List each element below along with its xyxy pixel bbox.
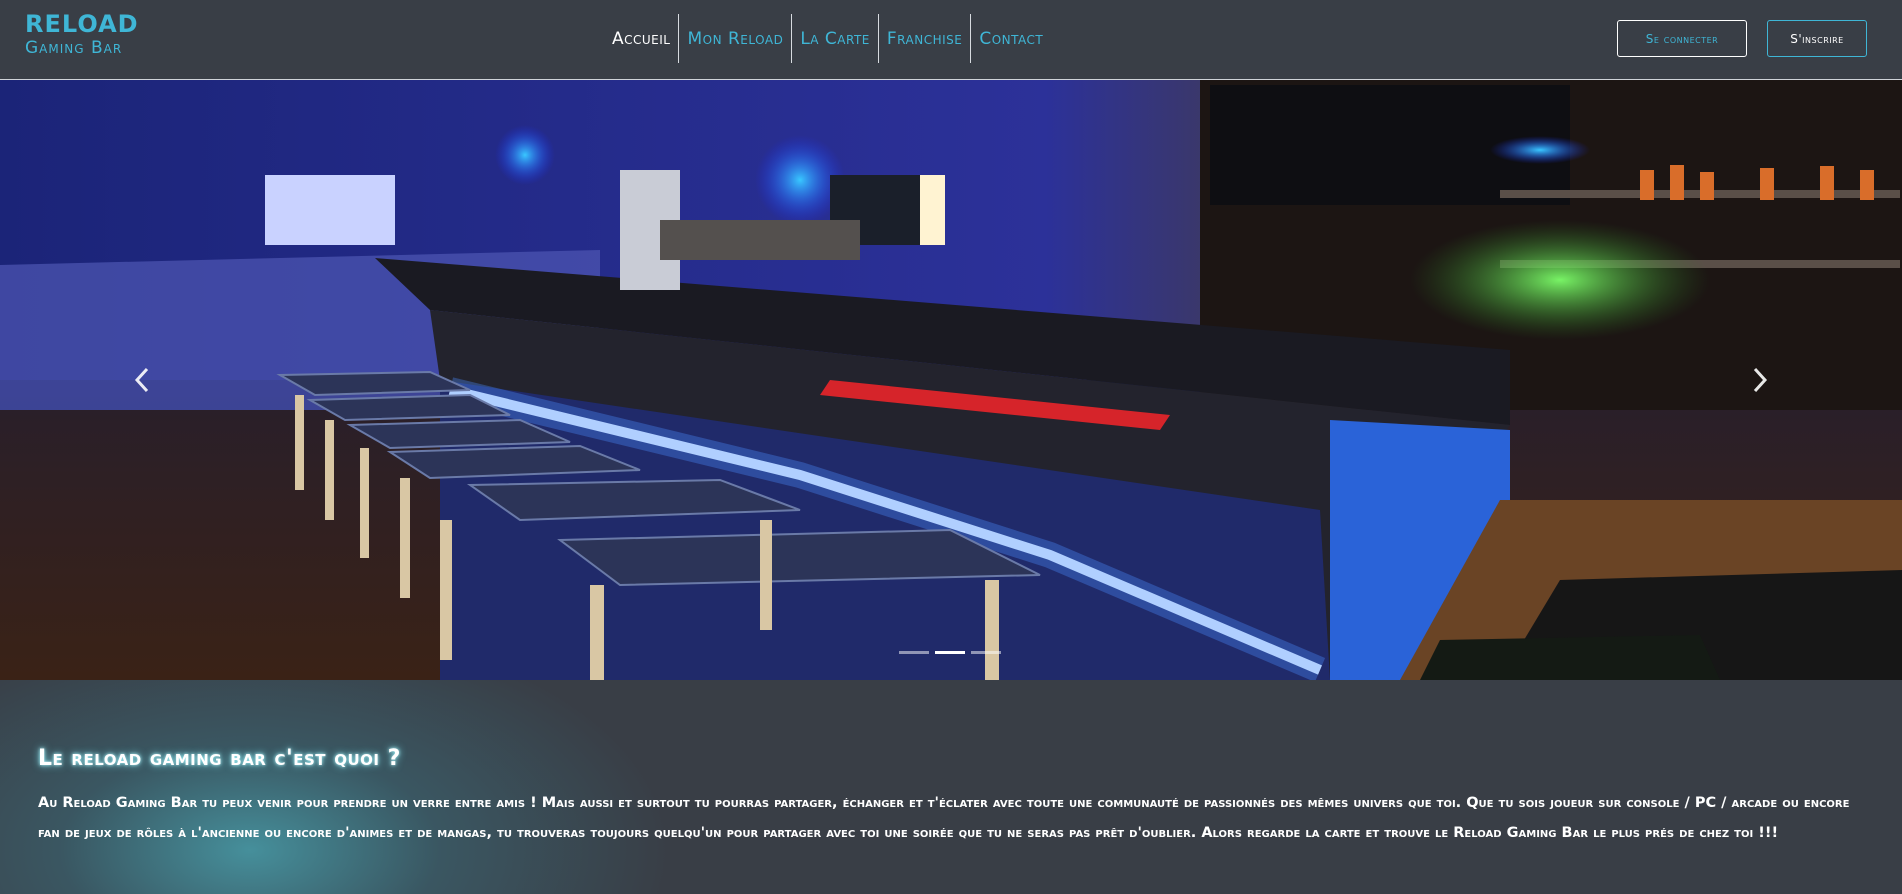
nav-item-la-carte[interactable]: La Carte (792, 14, 878, 63)
carousel-indicator-2[interactable] (935, 651, 965, 654)
brand-logo[interactable]: RELOAD Gaming Bar (25, 12, 139, 57)
carousel-next-button[interactable] (1740, 355, 1780, 405)
carousel-indicators (899, 651, 1001, 654)
brand-name: RELOAD (25, 10, 139, 38)
carousel-prev-button[interactable] (122, 355, 162, 405)
chevron-left-icon (134, 367, 149, 393)
nav-item-franchise[interactable]: Franchise (879, 14, 970, 63)
brand-subtitle: Gaming Bar (25, 38, 123, 58)
about-section: Le reload gaming bar c'est quoi ? Au Rel… (0, 680, 1902, 894)
bar-photo (0, 80, 1902, 680)
chevron-right-icon (1753, 367, 1768, 393)
login-button[interactable]: Se connecter (1617, 20, 1747, 57)
about-title: Le reload gaming bar c'est quoi ? (38, 746, 401, 771)
nav-item-contact[interactable]: Contact (971, 14, 1051, 63)
navbar: RELOAD Gaming Bar Accueil Mon Reload La … (0, 0, 1902, 80)
carousel-indicator-1[interactable] (899, 651, 929, 654)
about-text: Au Reload Gaming Bar tu peux venir pour … (38, 795, 1850, 841)
carousel-indicator-3[interactable] (971, 651, 1001, 654)
signup-button[interactable]: S'inscrire (1767, 20, 1867, 57)
main-nav: Accueil Mon Reload La Carte Franchise Co… (604, 14, 1051, 63)
nav-item-accueil[interactable]: Accueil (604, 14, 678, 63)
nav-item-mon-reload[interactable]: Mon Reload (679, 14, 791, 63)
hero-carousel[interactable] (0, 80, 1902, 680)
